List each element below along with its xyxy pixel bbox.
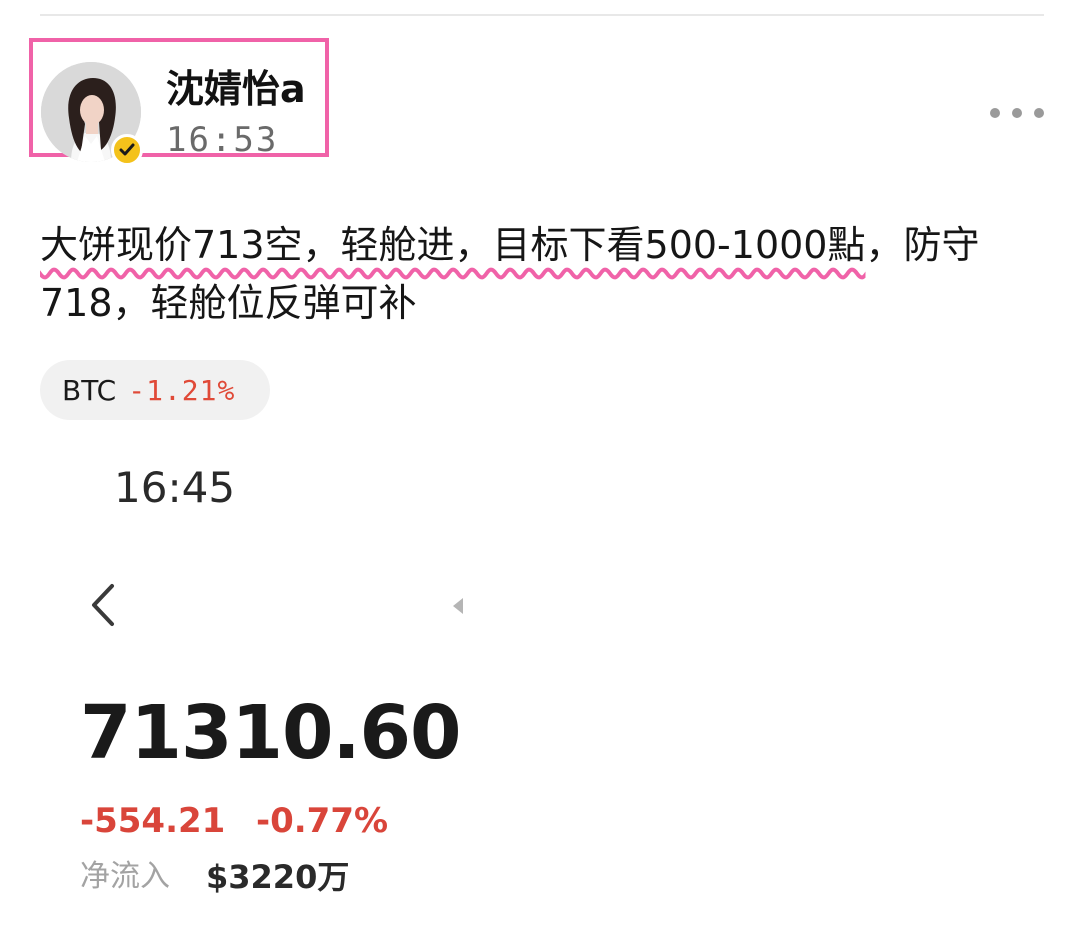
net-inflow-value: $3220万 — [206, 858, 350, 896]
top-divider — [40, 14, 1044, 16]
price-change-percent: -0.77% — [256, 801, 389, 841]
price-change: -554.21 — [80, 801, 226, 841]
ticker-symbol: BTC — [62, 373, 117, 407]
net-inflow-label: 净流入 — [80, 859, 170, 894]
post-page: 沈婧怡a 16:53 大饼现价713空，轻舱进，目标下看500-1000點，防守… — [0, 0, 1084, 928]
post-text: 大饼现价713空，轻舱进，目标下看500-1000點，防守718，轻舱位反弹可补 — [40, 216, 1050, 332]
author-name[interactable]: 沈婧怡a — [166, 64, 306, 114]
chevron-left-icon[interactable] — [86, 580, 120, 630]
ticker-change: -1.21% — [128, 373, 236, 407]
btc-price: 71310.60 — [80, 690, 462, 776]
verified-badge — [111, 134, 143, 166]
ticker-chip[interactable]: BTC -1.21% — [40, 360, 270, 420]
more-dot — [1034, 108, 1044, 118]
screenshot-status-time: 16:45 — [114, 463, 236, 512]
more-dot — [990, 108, 1000, 118]
more-options-button[interactable] — [990, 100, 1044, 126]
post-text-underlined: 大饼现价713空，轻舱进，目标下看500-1000點 — [40, 223, 866, 267]
post-time: 16:53 — [166, 120, 279, 160]
more-dot — [1012, 108, 1022, 118]
triangle-left-icon — [453, 598, 463, 614]
check-icon — [119, 143, 135, 156]
